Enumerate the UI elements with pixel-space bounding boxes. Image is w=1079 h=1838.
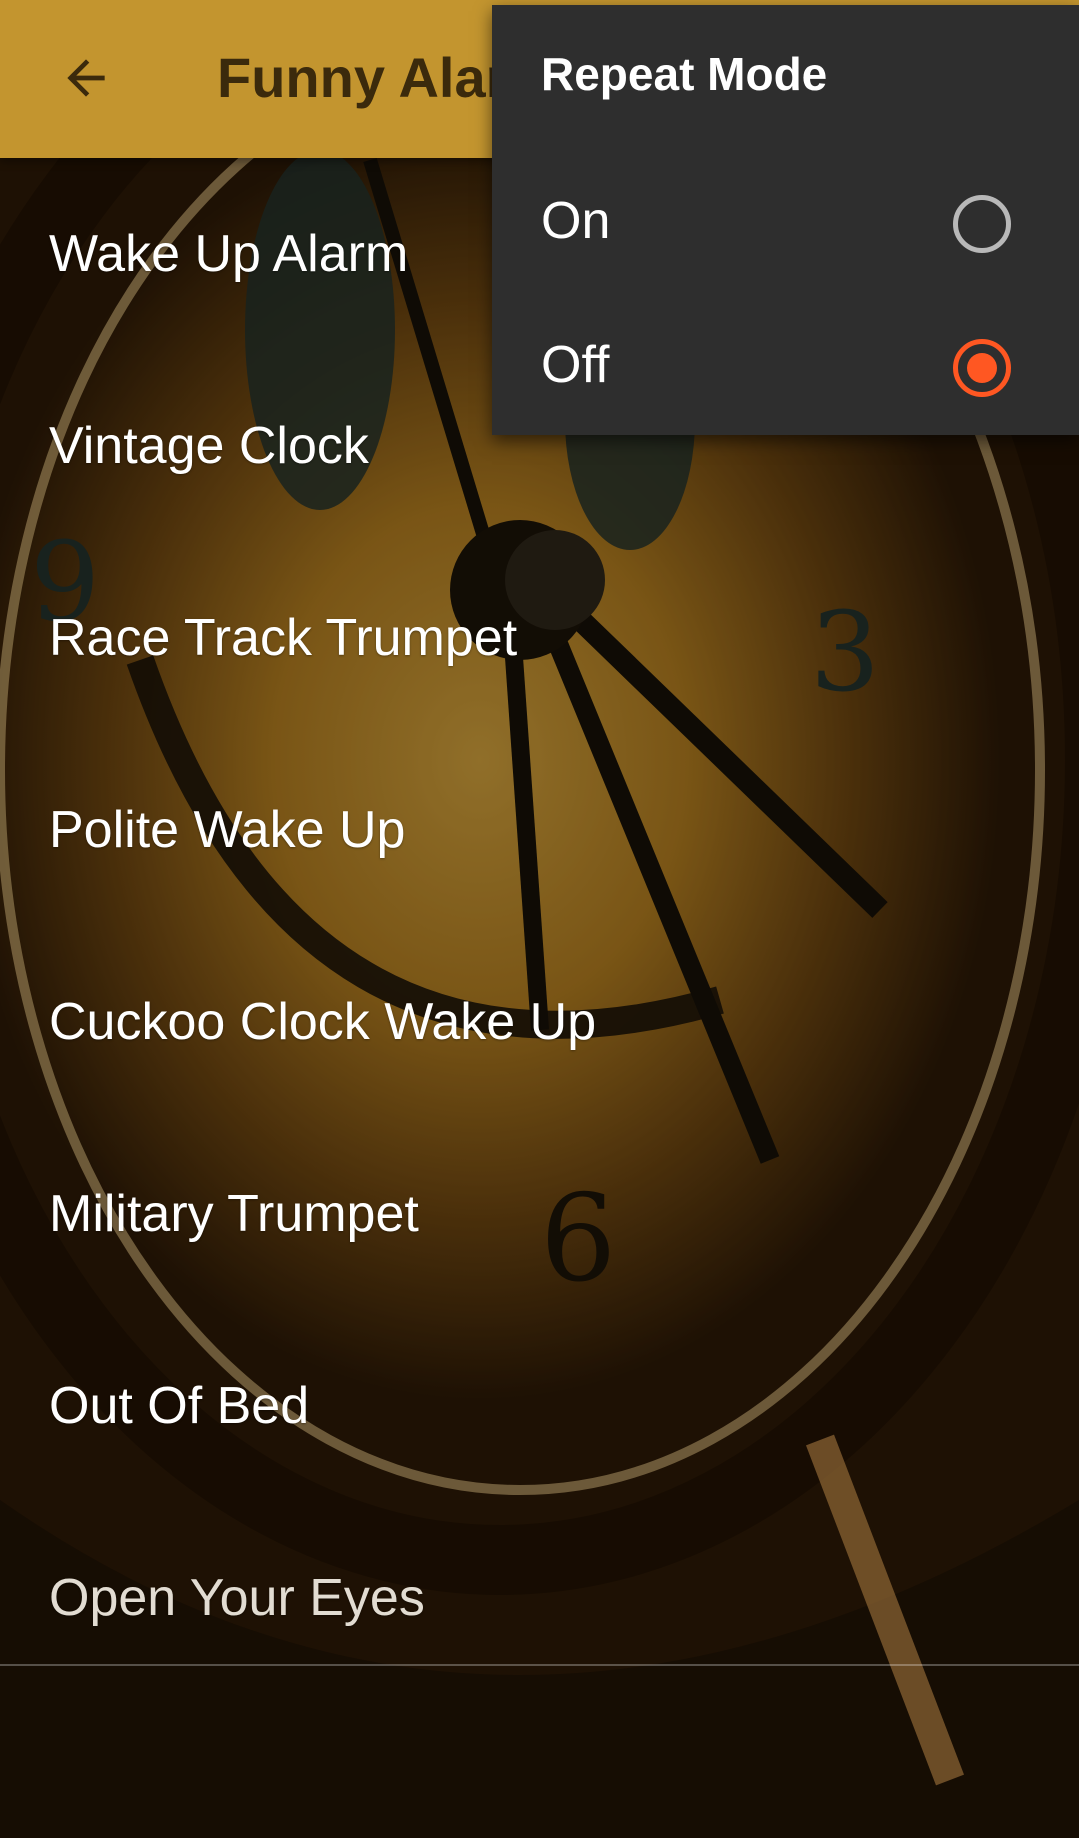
back-button[interactable] <box>44 36 128 120</box>
alarm-list-screen: 6 3 9 Funny Alarm Wake Up Alarm Vintage … <box>0 0 1079 1838</box>
repeat-option-off-label: Off <box>541 336 610 394</box>
list-item-race-track-trumpet[interactable]: Race Track Trumpet <box>0 542 1079 734</box>
radio-dot <box>967 353 997 383</box>
repeat-option-on-label: On <box>541 192 611 250</box>
repeat-option-on[interactable]: On <box>492 153 1079 297</box>
list-item-out-of-bed[interactable]: Out Of Bed <box>0 1310 1079 1502</box>
radio-unchecked-icon[interactable] <box>953 195 1011 253</box>
repeat-option-off[interactable]: Off <box>492 297 1079 441</box>
list-item-cuckoo-clock-wake-up[interactable]: Cuckoo Clock Wake Up <box>0 926 1079 1118</box>
list-item-military-trumpet[interactable]: Military Trumpet <box>0 1118 1079 1310</box>
repeat-mode-menu: Repeat Mode On Off <box>492 5 1079 435</box>
arrow-left-icon <box>67 59 105 97</box>
repeat-mode-title: Repeat Mode <box>541 48 828 100</box>
list-item-polite-wake-up[interactable]: Polite Wake Up <box>0 734 1079 926</box>
list-divider <box>0 1664 1079 1666</box>
radio-checked-icon[interactable] <box>953 339 1011 397</box>
